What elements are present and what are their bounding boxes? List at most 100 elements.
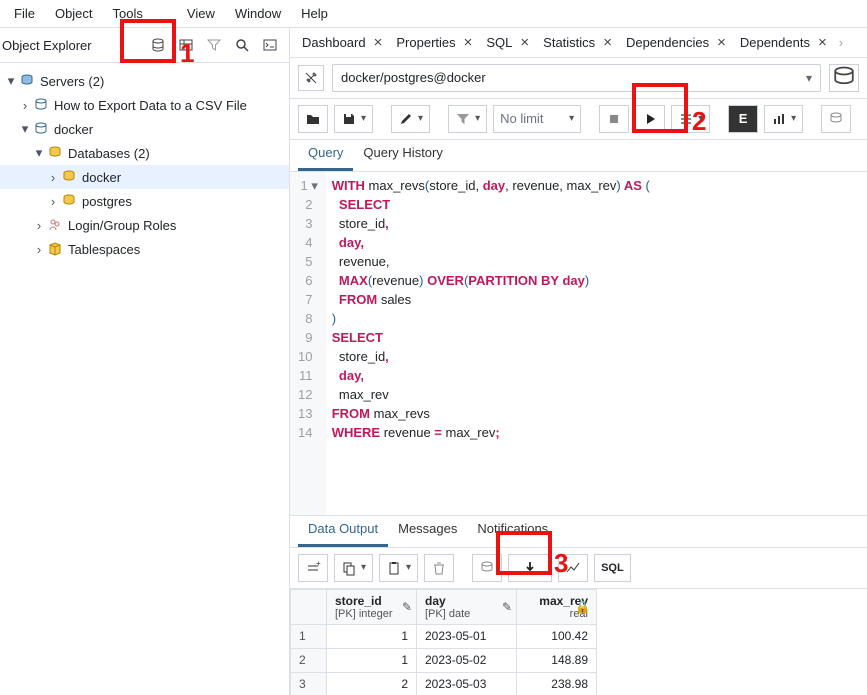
tab-messages[interactable]: Messages [388,515,467,547]
menubar: File Object Tools View Window Help [0,0,867,28]
col-header-store-id[interactable]: store_id [PK] integer ✎ [327,589,417,624]
sql-editor[interactable]: 1▾ 2 3 4 5 6 7 8 9 10 11 12 13 14 WITH m… [290,172,867,516]
limit-selector[interactable]: No limit▾ [493,105,581,133]
psql-tool-icon[interactable] [257,32,283,58]
database-icon [60,169,78,185]
table-row[interactable]: 3 2 2023-05-03 238.98 [291,672,597,695]
chevron-down-icon[interactable]: ▾ [4,73,18,89]
cell[interactable]: 1 [327,624,417,648]
stop-button[interactable] [599,105,629,133]
chevron-down-icon[interactable]: ▾ [791,113,796,124]
result-grid[interactable]: store_id [PK] integer ✎ day [PK] date ✎ … [290,589,597,695]
chevron-down-icon[interactable]: ▾ [418,113,423,124]
explain-button[interactable]: E [728,105,758,133]
save-button[interactable]: ▾ [334,105,373,133]
menu-file[interactable]: File [4,2,45,25]
tab-query-history[interactable]: Query History [353,139,452,171]
explain-analyze-button[interactable]: ▾ [764,105,803,133]
grid-corner[interactable] [291,589,327,624]
cell[interactable]: 2 [327,672,417,695]
line-gutter: 1▾ 2 3 4 5 6 7 8 9 10 11 12 13 14 [290,172,326,515]
copy-button[interactable]: ▾ [334,554,373,582]
chevron-down-icon[interactable]: ▾ [361,113,366,124]
close-icon[interactable]: × [518,34,531,51]
commit-button[interactable] [821,105,851,133]
close-icon[interactable]: × [816,34,829,51]
chevron-down-icon[interactable]: ▾ [361,562,366,573]
cell[interactable]: 2023-05-01 [417,624,517,648]
filter-rows-icon[interactable] [201,32,227,58]
close-icon[interactable]: × [715,34,728,51]
sql-button[interactable]: SQL [594,554,631,582]
chevron-right-icon[interactable]: › [46,194,60,209]
table-row[interactable]: 2 1 2023-05-02 148.89 [291,648,597,672]
tree-tablespaces[interactable]: › Tablespaces [0,237,289,261]
connection-status-icon[interactable] [298,65,324,91]
menu-view[interactable]: View [177,2,225,25]
search-icon[interactable] [229,32,255,58]
tab-data-output[interactable]: Data Output [298,515,388,547]
new-connection-button[interactable] [829,64,859,92]
edit-button[interactable]: ▾ [391,105,430,133]
chevron-down-icon: ▾ [569,113,574,124]
tab-dependents[interactable]: Dependents× [734,28,835,57]
chevron-right-icon[interactable]: › [32,242,46,257]
database-icon [60,193,78,209]
add-row-button[interactable]: + [298,554,328,582]
chevron-down-icon[interactable]: ▾ [406,562,411,573]
cell[interactable]: 238.98 [517,672,597,695]
close-icon[interactable]: × [372,34,385,51]
database-group-icon [46,145,64,161]
connection-selector[interactable]: docker/postgres@docker ▾ [332,64,821,92]
chevron-down-icon: ▾ [806,71,812,85]
execute-button[interactable] [635,105,665,133]
tree-databases-group[interactable]: ▾ Databases (2) [0,141,289,165]
pencil-icon[interactable]: ✎ [402,600,412,614]
tree-item-docker[interactable]: ▾ docker [0,117,289,141]
chevron-right-icon[interactable]: › [18,98,32,113]
menu-help[interactable]: Help [291,2,338,25]
tree-roles[interactable]: › Login/Group Roles [0,213,289,237]
query-tool-icon[interactable] [145,32,171,58]
chevron-right-icon[interactable]: › [46,170,60,185]
tree-db-docker[interactable]: › docker [0,165,289,189]
menu-object[interactable]: Object [45,2,103,25]
paste-button[interactable]: ▾ [379,554,418,582]
connection-label: docker/postgres@docker [341,70,486,85]
cell[interactable]: 2023-05-03 [417,672,517,695]
open-file-button[interactable] [298,105,328,133]
chevron-down-icon[interactable]: ▾ [32,145,46,161]
cell[interactable]: 100.42 [517,624,597,648]
filter-button[interactable]: ▾ [448,105,487,133]
cell[interactable]: 148.89 [517,648,597,672]
tree-db-postgres[interactable]: › postgres [0,189,289,213]
chevron-right-icon[interactable]: › [32,218,46,233]
tab-statistics[interactable]: Statistics× [537,28,620,57]
save-data-button[interactable] [472,554,502,582]
tab-dashboard[interactable]: Dashboard× [296,28,390,57]
tab-sql[interactable]: SQL× [480,28,537,57]
col-header-day[interactable]: day [PK] date ✎ [417,589,517,624]
menu-window[interactable]: Window [225,2,291,25]
menu-tools[interactable]: Tools [103,2,153,25]
col-header-max-rev[interactable]: max_rev real 🔒 [517,589,597,624]
tab-dependencies[interactable]: Dependencies× [620,28,734,57]
cell[interactable]: 1 [327,648,417,672]
more-tabs-icon[interactable]: › [835,35,847,50]
delete-row-button[interactable] [424,554,454,582]
pencil-icon[interactable]: ✎ [502,600,512,614]
tab-properties[interactable]: Properties× [390,28,480,57]
cell[interactable]: 2023-05-02 [417,648,517,672]
chevron-down-icon[interactable]: ▾ [475,113,480,124]
close-icon[interactable]: × [601,34,614,51]
close-icon[interactable]: × [462,34,475,51]
tree-item-howto[interactable]: › How to Export Data to a CSV File [0,93,289,117]
tab-notifications[interactable]: Notifications [467,515,558,547]
download-csv-button[interactable] [508,554,552,582]
tab-query[interactable]: Query [298,139,353,171]
object-tree[interactable]: ▾ Servers (2) › How to Export Data to a … [0,63,289,267]
tree-tablespaces-label: Tablespaces [68,242,140,257]
tree-servers[interactable]: ▾ Servers (2) [0,69,289,93]
chevron-down-icon[interactable]: ▾ [18,121,32,137]
table-row[interactable]: 1 1 2023-05-01 100.42 [291,624,597,648]
